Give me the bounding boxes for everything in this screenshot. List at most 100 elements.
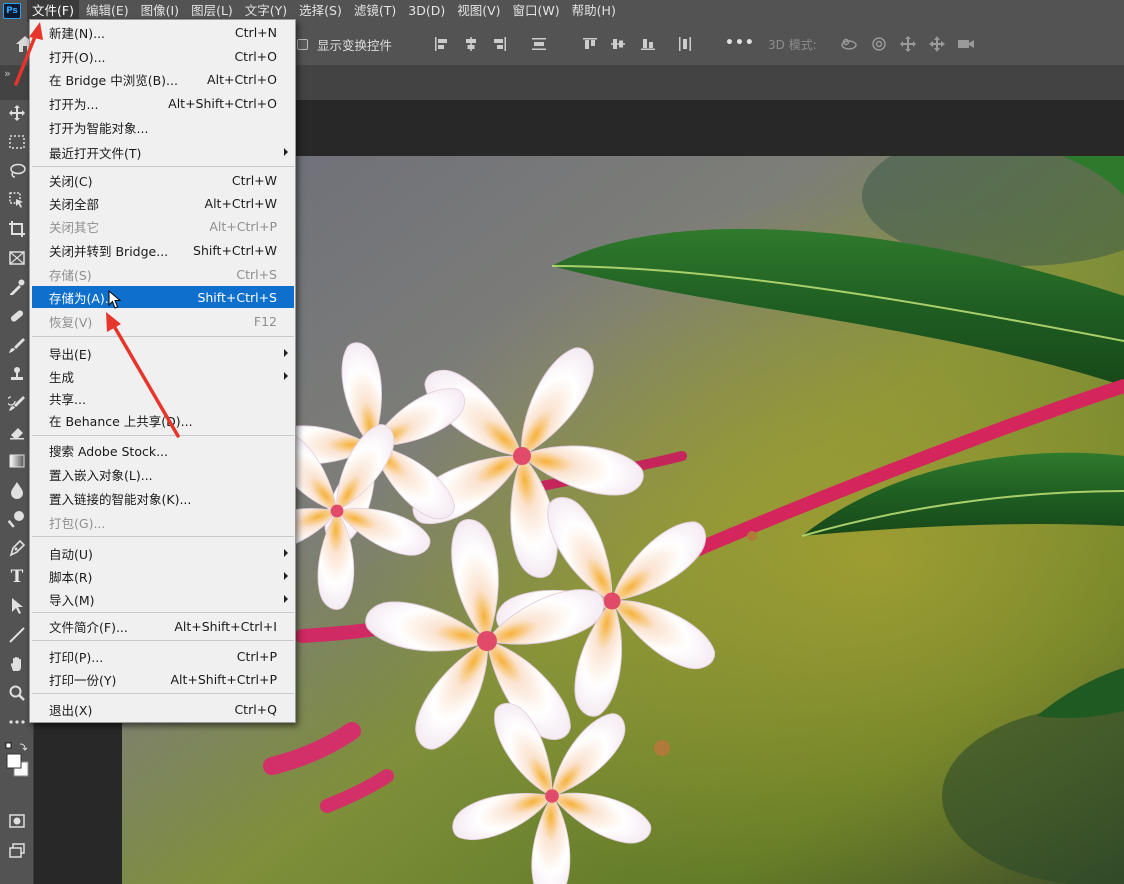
menu-item-close-others: 关闭其它 Alt+Ctrl+P bbox=[49, 218, 277, 235]
menu-3d[interactable]: 3D(D) bbox=[403, 0, 450, 22]
type-icon: T bbox=[10, 567, 24, 587]
marquee-tool[interactable] bbox=[5, 131, 29, 153]
hand-tool[interactable] bbox=[5, 653, 29, 675]
menu-item-open-as-smart-object[interactable]: 打开为智能对象... bbox=[32, 116, 294, 138]
zoom-icon bbox=[9, 685, 25, 701]
frame-tool[interactable] bbox=[5, 247, 29, 269]
collapse-panels-icon[interactable]: » bbox=[4, 67, 11, 80]
align-left-edges-icon[interactable] bbox=[433, 36, 449, 52]
align-right-edges-icon[interactable] bbox=[492, 36, 508, 52]
move-icon bbox=[9, 105, 25, 121]
3d-slide-icon[interactable] bbox=[928, 35, 946, 53]
align-horizontal-centers-icon[interactable] bbox=[463, 36, 479, 52]
edit-toolbar-button[interactable] bbox=[5, 711, 29, 733]
menu-item-automate[interactable]: 自动(U) bbox=[32, 542, 294, 564]
show-transform-controls-checkbox[interactable] bbox=[297, 39, 308, 50]
menu-select[interactable]: 选择(S) bbox=[294, 0, 347, 22]
3d-scale-camera-icon[interactable] bbox=[957, 35, 975, 53]
menu-item-share-on-behance[interactable]: 在 Behance 上共享(D)... bbox=[32, 409, 294, 431]
lasso-tool[interactable] bbox=[5, 160, 29, 182]
dodge-tool[interactable] bbox=[5, 508, 29, 530]
screen-mode-button[interactable] bbox=[5, 840, 29, 862]
menu-item-save-as[interactable]: 存储为(A)... Shift+Ctrl+S bbox=[32, 286, 294, 308]
crop-icon bbox=[9, 221, 25, 237]
menu-item-file-info[interactable]: 文件简介(F)... Alt+Shift+Ctrl+I bbox=[32, 615, 294, 637]
3d-orbit-icon[interactable] bbox=[840, 35, 858, 53]
menu-item-package: 打包(G)... bbox=[49, 515, 106, 531]
path-selection-tool[interactable] bbox=[5, 595, 29, 617]
frame-icon bbox=[9, 251, 25, 265]
quick-mask-icon bbox=[9, 814, 25, 828]
drop-icon bbox=[11, 482, 23, 499]
menu-window[interactable]: 窗口(W) bbox=[508, 0, 565, 22]
menu-view[interactable]: 视图(V) bbox=[452, 0, 505, 22]
menu-help[interactable]: 帮助(H) bbox=[567, 0, 621, 22]
distribute-horizontal-icon[interactable] bbox=[677, 36, 693, 52]
history-brush-icon bbox=[8, 396, 25, 411]
object-selection-tool[interactable] bbox=[5, 189, 29, 211]
gradient-tool[interactable] bbox=[5, 450, 29, 472]
type-tool[interactable]: T bbox=[5, 566, 29, 588]
menu-item-import[interactable]: 导入(M) bbox=[32, 588, 294, 610]
menu-item-print-one-copy[interactable]: 打印一份(Y) Alt+Shift+Ctrl+P bbox=[32, 668, 294, 690]
menu-item-open-recent[interactable]: 最近打开文件(T) bbox=[32, 141, 294, 163]
move-tool[interactable] bbox=[5, 102, 29, 124]
menu-item-close-all[interactable]: 关闭全部 Alt+Ctrl+W bbox=[32, 192, 294, 214]
color-swatches[interactable] bbox=[5, 740, 29, 780]
align-bottom-edges-icon[interactable] bbox=[640, 36, 656, 52]
menu-separator bbox=[32, 693, 294, 694]
zoom-tool[interactable] bbox=[5, 682, 29, 704]
menu-item-share[interactable]: 共享... bbox=[32, 387, 294, 409]
menu-item-close-and-go-to-bridge[interactable]: 关闭并转到 Bridge... Shift+Ctrl+W bbox=[32, 239, 294, 261]
3d-roll-icon[interactable] bbox=[870, 35, 888, 53]
3d-mode-label: 3D 模式: bbox=[768, 38, 817, 52]
brush-tool[interactable] bbox=[5, 334, 29, 356]
history-brush-tool[interactable] bbox=[5, 392, 29, 414]
submenu-arrow-icon bbox=[284, 349, 288, 357]
show-transform-controls-label: 显示变换控件 bbox=[317, 38, 393, 53]
menu-item-search-adobe-stock[interactable]: 搜索 Adobe Stock... bbox=[32, 439, 294, 461]
clone-stamp-tool[interactable] bbox=[5, 363, 29, 385]
menu-item-scripts[interactable]: 脚本(R) bbox=[32, 565, 294, 587]
menu-item-exit[interactable]: 退出(X) Ctrl+Q bbox=[32, 698, 294, 720]
menu-item-revert: 恢复(V) F12 bbox=[49, 313, 277, 330]
path-selection-icon bbox=[12, 598, 23, 614]
photoshop-logo-icon: Ps bbox=[3, 3, 21, 19]
more-options-icon[interactable]: ••• bbox=[725, 35, 755, 51]
menu-item-open[interactable]: 打开(O)... Ctrl+O bbox=[32, 45, 294, 67]
hand-icon bbox=[10, 656, 21, 671]
menu-separator bbox=[32, 435, 294, 436]
menu-item-generate[interactable]: 生成 bbox=[32, 365, 294, 387]
menu-separator bbox=[32, 640, 294, 641]
eraser-tool[interactable] bbox=[5, 421, 29, 443]
mouse-cursor-icon bbox=[108, 290, 122, 309]
screen-mode-icon bbox=[9, 843, 25, 858]
object-selection-icon bbox=[9, 192, 23, 208]
distribute-vertical-icon[interactable] bbox=[531, 36, 547, 52]
band-aid-icon bbox=[10, 310, 24, 322]
3d-pan-icon[interactable] bbox=[899, 35, 917, 53]
quick-mask-button[interactable] bbox=[5, 810, 29, 832]
menu-separator bbox=[32, 612, 294, 613]
eyedropper-tool[interactable] bbox=[5, 276, 29, 298]
more-tools-icon bbox=[9, 720, 25, 724]
menu-item-place-linked[interactable]: 置入链接的智能对象(K)... bbox=[32, 487, 294, 509]
crop-tool[interactable] bbox=[5, 218, 29, 240]
menu-item-browse-in-bridge[interactable]: 在 Bridge 中浏览(B)... Alt+Ctrl+O bbox=[32, 68, 294, 90]
brush-icon bbox=[9, 338, 25, 353]
pen-tool[interactable] bbox=[5, 537, 29, 559]
menu-item-export[interactable]: 导出(E) bbox=[32, 342, 294, 364]
menu-item-open-as[interactable]: 打开为... Alt+Shift+Ctrl+O bbox=[32, 92, 294, 114]
rectangular-marquee-icon bbox=[9, 135, 25, 149]
align-top-edges-icon[interactable] bbox=[582, 36, 598, 52]
menu-item-place-embedded[interactable]: 置入嵌入对象(L)... bbox=[32, 463, 294, 485]
menu-item-close[interactable]: 关闭(C) Ctrl+W bbox=[32, 169, 294, 191]
line-tool[interactable] bbox=[5, 624, 29, 646]
menu-filter[interactable]: 滤镜(T) bbox=[349, 0, 401, 22]
align-vertical-centers-icon[interactable] bbox=[610, 36, 626, 52]
menu-item-print[interactable]: 打印(P)... Ctrl+P bbox=[32, 645, 294, 667]
healing-brush-tool[interactable] bbox=[5, 305, 29, 327]
menu-item-new[interactable]: 新建(N)... Ctrl+N bbox=[32, 21, 294, 43]
blur-tool[interactable] bbox=[5, 479, 29, 501]
menu-separator bbox=[32, 536, 294, 537]
